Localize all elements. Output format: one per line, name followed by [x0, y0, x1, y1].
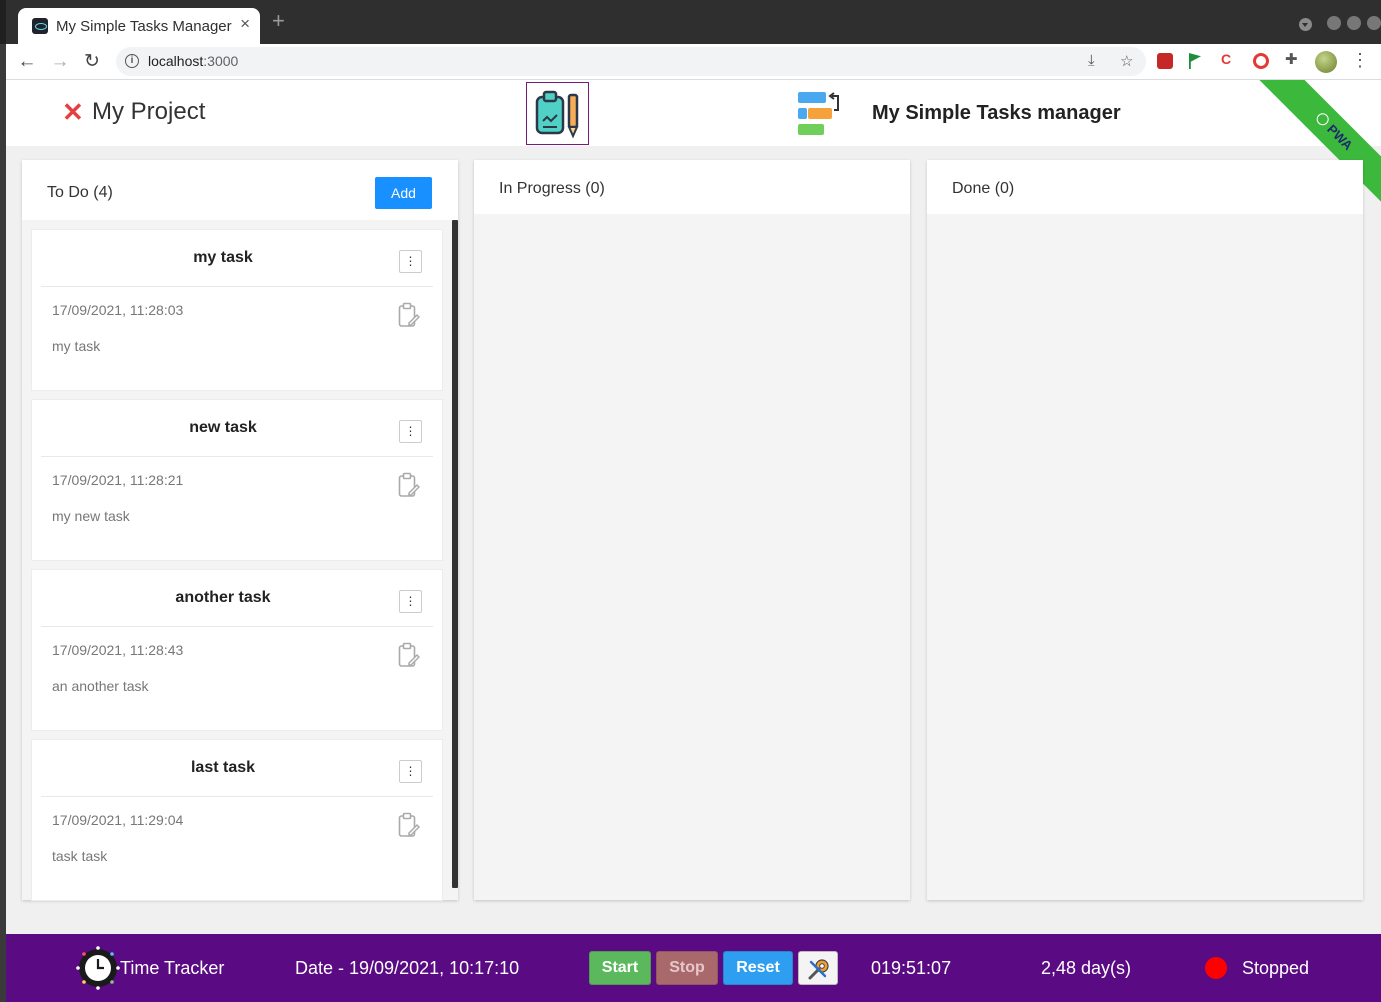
- window-minimize-button[interactable]: [1327, 16, 1341, 30]
- time-tracker-label: Time Tracker: [120, 958, 225, 978]
- site-info-icon[interactable]: i: [125, 54, 139, 68]
- column-header: Done (0): [927, 160, 1363, 214]
- tools-icon: [808, 959, 829, 980]
- elapsed-time: 019:51:07: [871, 958, 952, 978]
- task-menu-icon[interactable]: ⋮: [399, 760, 422, 783]
- bookmark-star-icon[interactable]: ☆: [1120, 52, 1133, 70]
- task-title: my task: [193, 249, 253, 266]
- extension-red-icon[interactable]: [1157, 53, 1173, 69]
- settings-button[interactable]: [798, 951, 838, 985]
- task-menu-icon[interactable]: ⋮: [399, 250, 422, 273]
- back-icon[interactable]: ←: [14, 49, 40, 75]
- react-favicon-icon: [32, 18, 48, 34]
- current-date: Date - 19/09/2021, 10:17:10: [295, 958, 520, 978]
- task-card[interactable]: another task ⋮ 17/09/2021, 11:28:43 an a…: [31, 569, 443, 731]
- task-menu-icon[interactable]: ⋮: [399, 420, 422, 443]
- card-divider: [41, 286, 433, 287]
- browser-toolbar: ← → ↻ i localhost:3000 ⤓ ☆ C ✚ ⋮: [6, 44, 1381, 80]
- task-card[interactable]: new task ⋮ 17/09/2021, 11:28:21 my new t…: [31, 399, 443, 561]
- task-date: 17/09/2021, 11:29:04: [52, 812, 184, 828]
- task-description: my task: [52, 338, 101, 354]
- column-header: To Do (4) Add: [22, 160, 458, 220]
- browser-tab-strip: My Simple Tasks Manager × +: [0, 0, 1381, 44]
- add-task-button[interactable]: Add: [375, 177, 432, 209]
- extension-c-icon[interactable]: C: [1221, 51, 1237, 67]
- task-menu-icon[interactable]: ⋮: [399, 590, 422, 613]
- column-in-progress: In Progress (0): [474, 160, 910, 900]
- task-date: 17/09/2021, 11:28:43: [52, 642, 184, 658]
- extension-flag-icon[interactable]: [1189, 53, 1201, 69]
- profile-avatar[interactable]: [1315, 51, 1337, 73]
- task-title: new task: [189, 419, 257, 436]
- task-card[interactable]: last task ⋮ 17/09/2021, 11:29:04 task ta…: [31, 739, 443, 901]
- column-title-in-progress: In Progress (0): [499, 180, 605, 197]
- stopwatch-icon: [76, 946, 120, 990]
- task-title: another task: [175, 589, 271, 606]
- task-description: an another task: [52, 678, 149, 694]
- tracker-status: Stopped: [1242, 958, 1310, 978]
- clipboard-pencil-icon: [535, 90, 579, 139]
- task-title: last task: [190, 759, 256, 776]
- elapsed-days: 2,48 day(s): [1041, 958, 1132, 978]
- card-divider: [41, 626, 433, 627]
- column-header: In Progress (0): [474, 160, 910, 214]
- task-description: task task: [52, 848, 108, 864]
- tab-title: My Simple Tasks Manager: [56, 18, 232, 35]
- window-close-button[interactable]: [1367, 16, 1381, 30]
- url-host: localhost: [148, 53, 204, 69]
- kanban-board-icon: [798, 92, 839, 135]
- forward-icon[interactable]: →: [47, 49, 73, 75]
- browser-menu-icon[interactable]: ⋮: [1351, 50, 1369, 71]
- reset-button[interactable]: Reset: [723, 951, 793, 985]
- column-scrollbar[interactable]: [452, 220, 458, 888]
- task-date: 17/09/2021, 11:28:21: [52, 472, 184, 488]
- clipboard-edit-icon[interactable]: [398, 302, 420, 328]
- pwa-clock-icon: [1314, 110, 1332, 128]
- task-description: my new task: [52, 508, 130, 524]
- status-indicator-icon: [1205, 957, 1227, 979]
- extension-block-icon[interactable]: [1253, 53, 1269, 69]
- url-port: :3000: [203, 53, 239, 69]
- install-app-icon[interactable]: ⤓: [1088, 52, 1095, 69]
- tab-close-icon[interactable]: ×: [240, 14, 250, 34]
- column-done: Done (0): [927, 160, 1363, 900]
- reload-icon[interactable]: ↻: [79, 49, 105, 75]
- column-title-todo: To Do (4): [47, 184, 113, 201]
- start-button[interactable]: Start: [589, 951, 651, 985]
- pwa-ribbon-text: PWA: [1324, 121, 1356, 154]
- close-project-icon[interactable]: ✕: [62, 98, 84, 126]
- new-tab-icon[interactable]: +: [272, 10, 285, 32]
- window-maximize-button[interactable]: [1347, 16, 1361, 30]
- stop-button[interactable]: Stop: [656, 951, 718, 985]
- clipboard-edit-icon[interactable]: [398, 472, 420, 498]
- task-card[interactable]: my task ⋮ 17/09/2021, 11:28:03 my task: [31, 229, 443, 391]
- address-bar[interactable]: i localhost:3000 ⤓ ☆: [116, 47, 1146, 76]
- url-text: localhost:3000: [148, 53, 238, 69]
- app-page: ✕ My Project My Simple Tasks manager PWA: [6, 80, 1381, 1002]
- clipboard-edit-icon[interactable]: [398, 642, 420, 668]
- extensions-puzzle-icon[interactable]: ✚: [1285, 50, 1301, 68]
- card-divider: [41, 456, 433, 457]
- column-title-done: Done (0): [952, 180, 1015, 197]
- task-date: 17/09/2021, 11:28:03: [52, 302, 184, 318]
- column-todo: To Do (4) Add my task ⋮ 17/09/2021, 11:2…: [22, 160, 458, 901]
- clipboard-edit-icon[interactable]: [398, 812, 420, 838]
- browser-tab[interactable]: My Simple Tasks Manager ×: [18, 8, 260, 44]
- app-header: ✕ My Project My Simple Tasks manager: [6, 80, 1381, 146]
- app-title: My Simple Tasks manager: [872, 102, 1121, 124]
- project-title: My Project: [92, 98, 206, 125]
- app-logo[interactable]: [526, 82, 589, 145]
- time-tracker-bar: Time Tracker Date - 19/09/2021, 10:17:10…: [6, 934, 1381, 1002]
- tab-search-icon[interactable]: [1299, 18, 1312, 31]
- card-divider: [41, 796, 433, 797]
